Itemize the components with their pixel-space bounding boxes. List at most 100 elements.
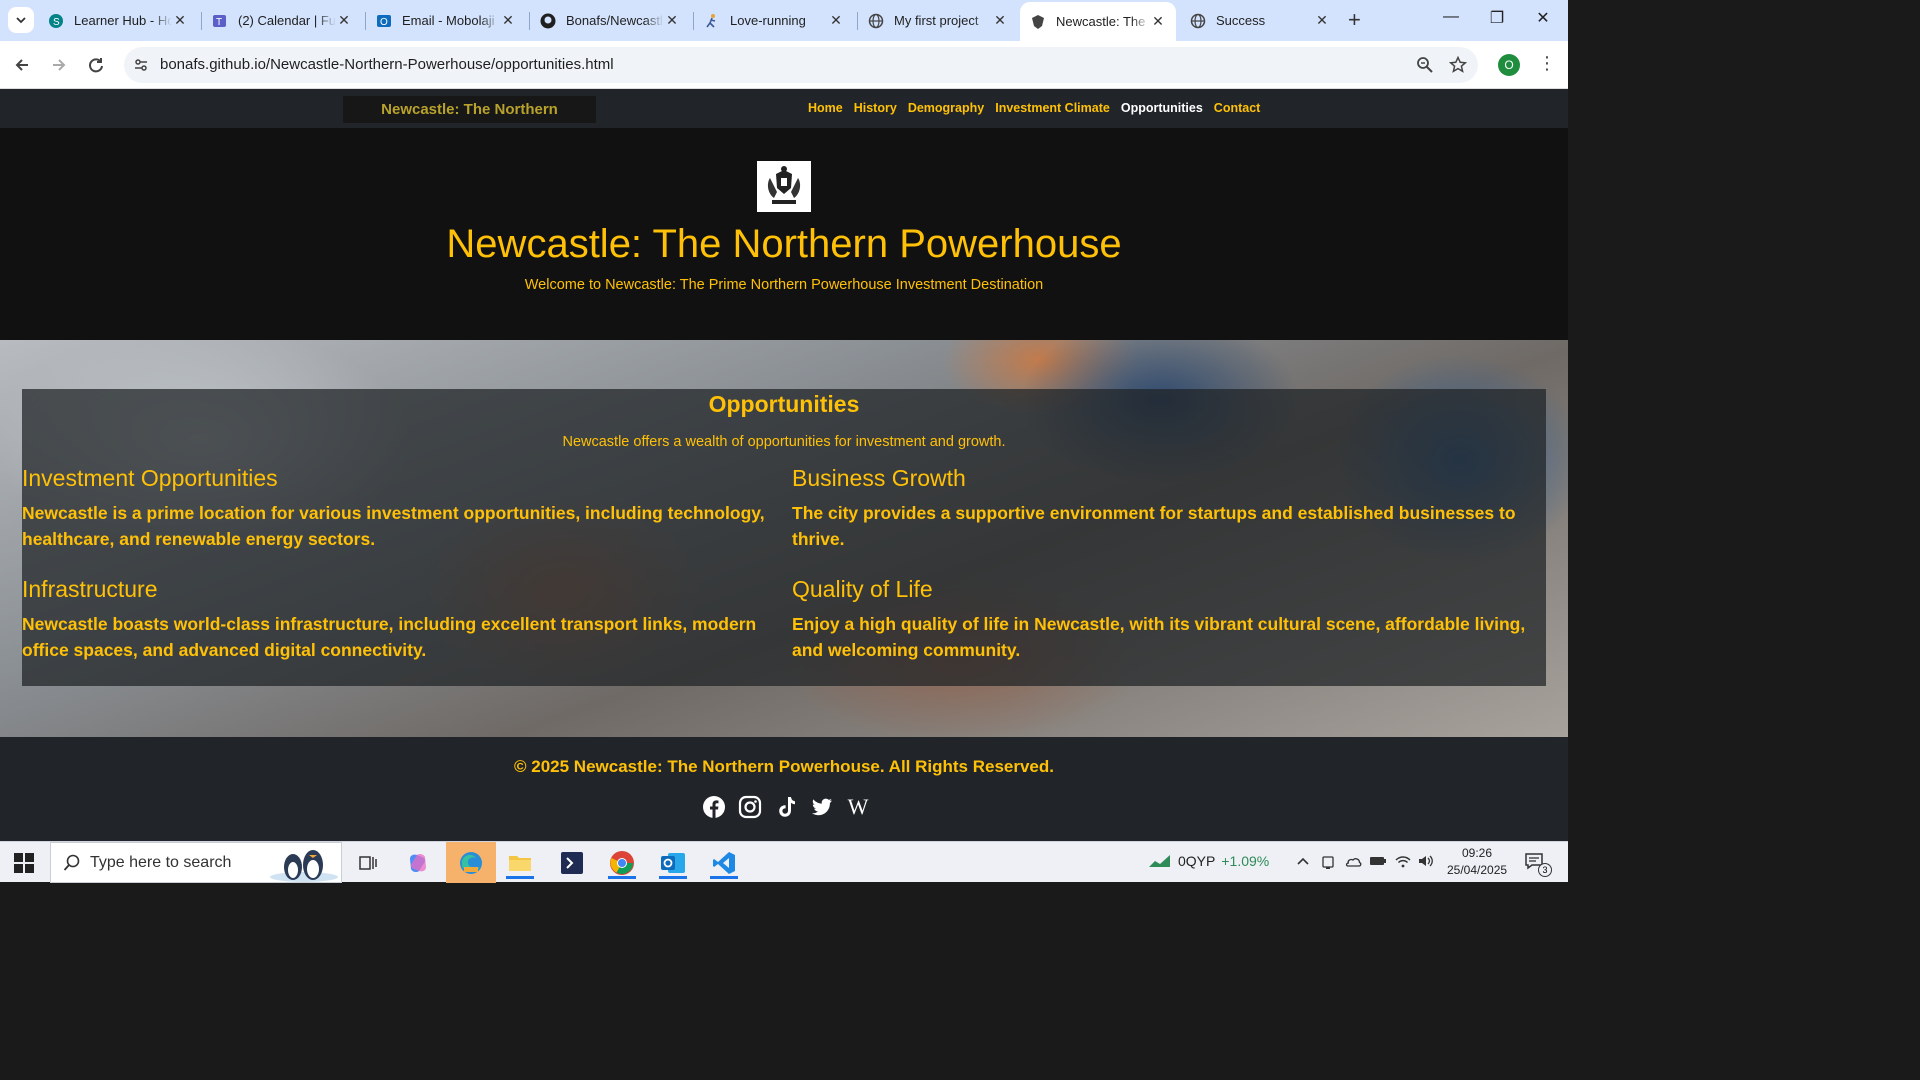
website: Newcastle: The Northern Powerhouse Home … xyxy=(0,89,1568,841)
running-icon xyxy=(704,13,720,29)
site-footer: © 2025 Newcastle: The Northern Powerhous… xyxy=(0,737,1568,841)
tab-github[interactable]: Bonafs/Newcastl ✕ xyxy=(530,4,690,37)
github-icon xyxy=(540,13,556,29)
forward-button[interactable] xyxy=(47,53,71,77)
close-tab-icon[interactable]: ✕ xyxy=(664,12,680,29)
close-window-button[interactable]: ✕ xyxy=(1520,8,1566,28)
windows-taskbar: Type here to search 0QYP +1.09% 09:26 25… xyxy=(0,841,1568,883)
url-text[interactable]: bonafs.github.io/Newcastle-Northern-Powe… xyxy=(160,56,614,73)
windows-start-icon[interactable] xyxy=(14,853,34,878)
back-button[interactable] xyxy=(10,53,34,77)
address-bar[interactable]: bonafs.github.io/Newcastle-Northern-Powe… xyxy=(124,47,1478,83)
show-hidden-icons-icon[interactable] xyxy=(1296,854,1310,871)
vscode-icon[interactable] xyxy=(702,847,746,879)
taskbar-search-box[interactable]: Type here to search xyxy=(50,842,342,883)
bookmark-star-icon[interactable] xyxy=(1449,56,1467,74)
nav-home[interactable]: Home xyxy=(808,101,843,115)
tab-my-first-project[interactable]: My first project ✕ xyxy=(858,4,1018,37)
zoom-icon[interactable] xyxy=(1416,56,1434,74)
hero-title: Newcastle: The Northern Powerhouse xyxy=(446,222,1122,266)
twitter-icon[interactable] xyxy=(810,795,834,819)
sharepoint-icon: S xyxy=(48,13,64,29)
new-tab-button[interactable]: + xyxy=(1348,9,1361,31)
tab-success[interactable]: Success ✕ xyxy=(1180,4,1340,37)
tab-learner-hub[interactable]: S Learner Hub - Ho ✕ xyxy=(38,4,198,37)
social-links: W xyxy=(702,795,870,819)
close-tab-icon[interactable]: ✕ xyxy=(1150,13,1166,30)
browser-tab-strip: S Learner Hub - Ho ✕ T (2) Calendar | Fu… xyxy=(0,0,1568,41)
edge-dev-icon[interactable] xyxy=(446,842,496,883)
tiktok-icon[interactable] xyxy=(774,795,798,819)
wikipedia-icon[interactable]: W xyxy=(846,795,870,819)
file-explorer-icon[interactable] xyxy=(498,847,542,879)
card-text: Enjoy a high quality of life in Newcastl… xyxy=(792,614,1526,660)
instagram-icon[interactable] xyxy=(738,795,762,819)
close-tab-icon[interactable]: ✕ xyxy=(828,12,844,29)
tab-title: (2) Calendar | Ful xyxy=(238,13,336,28)
powershell-icon[interactable] xyxy=(550,847,594,879)
close-tab-icon[interactable]: ✕ xyxy=(336,12,352,29)
close-tab-icon[interactable]: ✕ xyxy=(172,12,188,29)
copilot-icon[interactable] xyxy=(396,847,440,879)
running-indicator xyxy=(710,876,738,879)
tab-title: Email - Mobolaji xyxy=(402,13,495,28)
copyright-text: © 2025 Newcastle: The Northern Powerhous… xyxy=(514,757,1054,776)
wifi-icon[interactable] xyxy=(1394,854,1412,871)
tab-title: Success xyxy=(1216,13,1266,28)
outlook-taskbar-icon[interactable] xyxy=(651,847,695,879)
close-tab-icon[interactable]: ✕ xyxy=(992,12,1008,29)
chrome-icon[interactable] xyxy=(600,847,644,879)
tab-search-button[interactable] xyxy=(8,7,34,33)
hero-subtitle: Welcome to Newcastle: The Prime Northern… xyxy=(524,277,1044,293)
system-clock[interactable]: 09:26 25/04/2025 xyxy=(1447,845,1507,879)
tab-title: Newcastle: The N xyxy=(1056,14,1150,29)
tab-love-running[interactable]: Love-running ✕ xyxy=(694,4,854,37)
meet-now-icon[interactable] xyxy=(1321,854,1337,873)
nav-opportunities[interactable]: Opportunities xyxy=(1121,101,1203,115)
arrow-left-icon xyxy=(15,59,28,71)
nav-contact[interactable]: Contact xyxy=(1214,101,1261,115)
site-brand[interactable]: Newcastle: The Northern Powerhouse xyxy=(343,96,596,145)
onedrive-icon[interactable] xyxy=(1344,854,1362,871)
close-tab-icon[interactable]: ✕ xyxy=(1314,12,1330,29)
penguins-illustration-icon xyxy=(270,850,338,882)
tab-email[interactable]: O Email - Mobolaji ✕ xyxy=(366,4,526,37)
restore-button[interactable]: ❐ xyxy=(1474,8,1520,28)
clock-date: 25/04/2025 xyxy=(1447,863,1508,877)
stock-chart-icon xyxy=(1149,855,1170,867)
more-menu-icon[interactable]: ⋮ xyxy=(1538,53,1556,74)
hero-section: Newcastle: The Northern Powerhouse Welco… xyxy=(0,128,1568,340)
close-tab-icon[interactable]: ✕ xyxy=(500,12,516,29)
site-info-icon[interactable] xyxy=(132,56,150,74)
outlook-icon: O xyxy=(376,13,392,29)
globe-icon xyxy=(868,13,884,29)
profile-avatar[interactable]: O xyxy=(1498,54,1520,76)
running-indicator xyxy=(659,876,687,879)
svg-text:O: O xyxy=(380,17,388,28)
tab-title: Learner Hub - Ho xyxy=(74,13,172,28)
task-view-icon[interactable] xyxy=(346,847,390,879)
browser-toolbar: bonafs.github.io/Newcastle-Northern-Powe… xyxy=(0,41,1568,89)
notification-count-badge: 3 xyxy=(1538,863,1552,877)
stock-widget[interactable]: 0QYP +1.09% xyxy=(1148,853,1269,869)
card-text: The city provides a supportive environme… xyxy=(792,503,1516,549)
teams-icon: T xyxy=(212,13,228,29)
nav-demography[interactable]: Demography xyxy=(908,101,984,115)
card-text: Newcastle boasts world-class infrastruct… xyxy=(22,614,757,660)
section-intro: Newcastle offers a wealth of opportuniti… xyxy=(562,434,1006,450)
battery-icon[interactable] xyxy=(1369,854,1387,871)
section-title: Opportunities xyxy=(708,391,860,417)
facebook-icon[interactable] xyxy=(702,795,726,819)
volume-icon[interactable] xyxy=(1417,854,1435,871)
crest-icon xyxy=(1030,14,1046,30)
minimize-button[interactable]: — xyxy=(1428,8,1474,26)
tab-newcastle[interactable]: Newcastle: The N ✕ xyxy=(1020,2,1176,41)
card-investment: Investment Opportunities Newcastle is a … xyxy=(22,465,772,552)
card-title: Investment Opportunities xyxy=(22,465,278,491)
nav-investment-climate[interactable]: Investment Climate xyxy=(995,101,1110,115)
search-placeholder: Type here to search xyxy=(90,854,232,871)
tab-calendar[interactable]: T (2) Calendar | Ful ✕ xyxy=(202,4,362,37)
nav-history[interactable]: History xyxy=(854,101,897,115)
card-infrastructure: Infrastructure Newcastle boasts world-cl… xyxy=(22,576,772,663)
reload-button[interactable] xyxy=(84,53,108,77)
